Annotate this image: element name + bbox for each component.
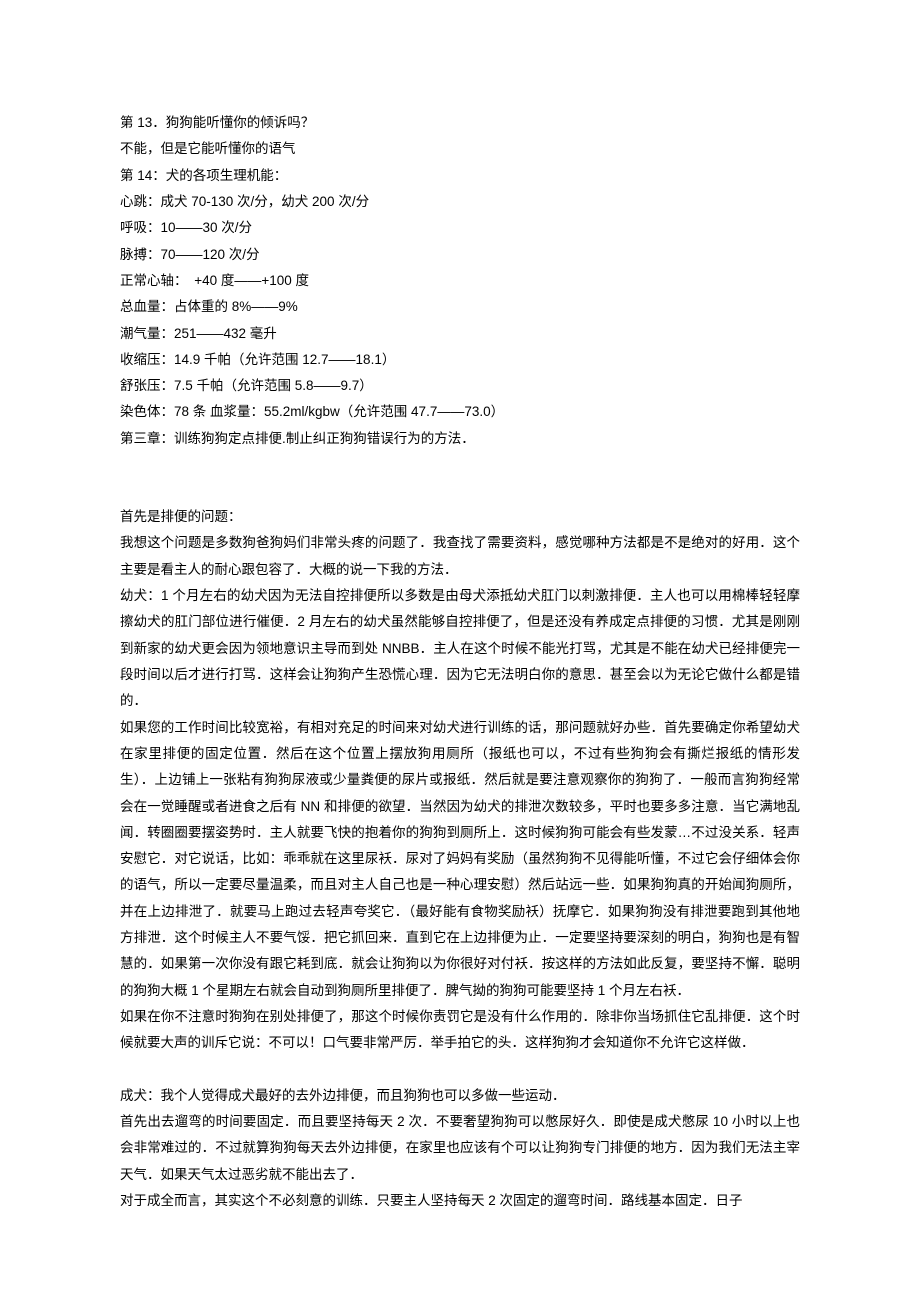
- toilet-intro: 我想这个问题是多数狗爸狗妈们非常头疼的问题了．我查找了需要资料，感觉哪种方法都是…: [120, 530, 800, 583]
- line-blood-volume: 总血量：占体重的 8%——9%: [120, 294, 800, 320]
- line-q14: 第 14：犬的各项生理机能：: [120, 163, 800, 189]
- puppy-paragraph: 幼犬：1 个月左右的幼犬因为无法自控排便所以多数是由母犬添抵幼犬肛门以刺激排便．…: [120, 583, 800, 715]
- line-pulse: 脉搏：70——120 次/分: [120, 242, 800, 268]
- line-diastolic: 舒张压：7.5 千帕（允许范围 5.8——9.7）: [120, 373, 800, 399]
- line-axis: 正常心轴： +40 度——+100 度: [120, 268, 800, 294]
- line-heartbeat: 心跳：成犬 70-130 次/分，幼犬 200 次/分: [120, 189, 800, 215]
- line-systolic: 收缩压：14.9 千帕（允许范围 12.7——18.1）: [120, 347, 800, 373]
- line-breathing: 呼吸：10——30 次/分: [120, 215, 800, 241]
- toilet-heading: 首先是排便的问题：: [120, 504, 800, 530]
- line-q13: 第 13．狗狗能听懂你的倾诉吗？: [120, 110, 800, 136]
- adult-training-paragraph: 对于成全而言，其实这个不必刻意的训练．只要主人坚持每天 2 次固定的遛弯时间．路…: [120, 1188, 800, 1214]
- training-paragraph: 如果您的工作时间比较宽裕，有相对充足的时间来对幼犬进行训练的话，那问题就好办些．…: [120, 715, 800, 1004]
- line-chromosome: 染色体：78 条 血浆量：55.2ml/kgbw（允许范围 47.7——73.0…: [120, 399, 800, 425]
- line-a13: 不能，但是它能听懂你的语气: [120, 136, 800, 162]
- paragraph-spacer: [120, 1057, 800, 1083]
- section-spacer: [120, 452, 800, 504]
- walk-schedule-paragraph: 首先出去遛弯的时间要固定．而且要坚持每天 2 次．不要奢望狗狗可以憋尿好久．即使…: [120, 1109, 800, 1188]
- chapter-3-title: 第三章：训练狗狗定点排便.制止纠正狗狗错误行为的方法．: [120, 426, 800, 452]
- line-tidal: 潮气量：251——432 毫升: [120, 321, 800, 347]
- adult-dog-heading: 成犬：我个人觉得成犬最好的去外边排便，而且狗狗也可以多做一些运动．: [120, 1083, 800, 1109]
- punishment-paragraph: 如果在你不注意时狗狗在别处排便了，那这个时候你责罚它是没有什么作用的．除非你当场…: [120, 1004, 800, 1057]
